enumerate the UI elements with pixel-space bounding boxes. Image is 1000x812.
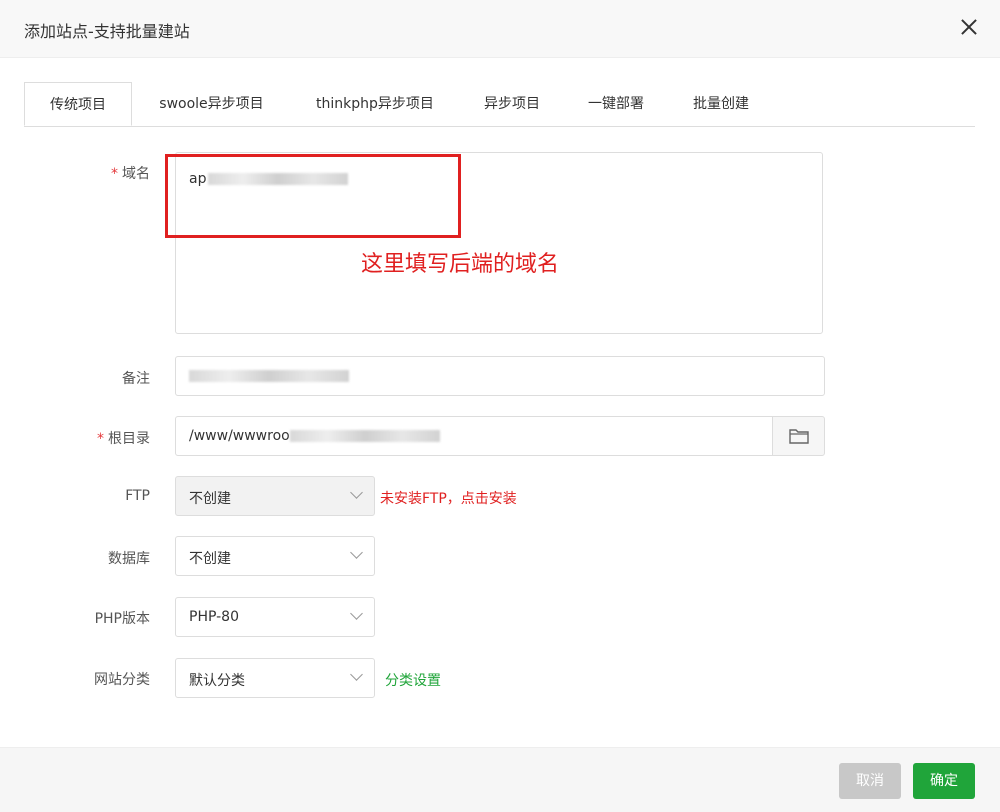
chevron-down-icon: [350, 487, 364, 501]
root-dir-input[interactable]: /www/wwwroo: [175, 416, 773, 456]
database-select[interactable]: 不创建: [175, 536, 375, 576]
cancel-button[interactable]: 取消: [839, 763, 901, 799]
tab-traditional[interactable]: 传统项目: [24, 82, 132, 126]
dialog-title: 添加站点-支持批量建站: [24, 22, 190, 41]
php-version-value: PHP-80: [189, 609, 239, 625]
remark-label: 备注: [122, 371, 150, 387]
category-value: 默认分类: [189, 673, 245, 689]
php-version-select[interactable]: PHP-80: [175, 597, 375, 637]
root-dir-label: * 根目录: [97, 431, 150, 447]
ftp-select[interactable]: 不创建: [175, 476, 375, 516]
remark-input[interactable]: [175, 356, 825, 396]
tab-thinkphp[interactable]: thinkphp异步项目: [300, 82, 450, 126]
annotation-text: 这里填写后端的域名: [361, 252, 560, 277]
chevron-down-icon: [350, 669, 364, 683]
php-version-label: PHP版本: [94, 611, 150, 627]
required-mark: *: [111, 166, 118, 182]
tab-one-click-deploy[interactable]: 一键部署: [576, 82, 656, 126]
folder-picker-button[interactable]: [772, 416, 825, 456]
tab-batch-create[interactable]: 批量创建: [681, 82, 761, 126]
dialog-footer: 取消 确定: [0, 747, 1000, 812]
required-mark: *: [97, 431, 104, 447]
category-select[interactable]: 默认分类: [175, 658, 375, 698]
ftp-value: 不创建: [189, 491, 231, 507]
dialog-header: 添加站点-支持批量建站: [0, 0, 1000, 58]
category-settings-link[interactable]: 分类设置: [385, 670, 441, 690]
confirm-button[interactable]: 确定: [913, 763, 975, 799]
chevron-down-icon: [350, 547, 364, 561]
add-site-dialog: 添加站点-支持批量建站 传统项目 swoole异步项目 thinkphp异步项目…: [0, 0, 1000, 812]
install-ftp-link[interactable]: 未安装FTP，点击安装: [380, 488, 517, 508]
database-value: 不创建: [189, 551, 231, 567]
root-dir-value: /www/wwwroo: [189, 428, 440, 444]
tab-async[interactable]: 异步项目: [472, 82, 552, 126]
category-label: 网站分类: [94, 672, 150, 688]
close-icon[interactable]: [956, 14, 982, 40]
chevron-down-icon: [350, 608, 364, 622]
ftp-label: FTP: [125, 488, 150, 504]
project-type-tabs: 传统项目 swoole异步项目 thinkphp异步项目 异步项目 一键部署 批…: [24, 82, 975, 127]
folder-icon: [789, 429, 809, 444]
database-label: 数据库: [108, 551, 150, 567]
domain-label: * 域名: [111, 166, 150, 182]
highlight-box: [165, 154, 461, 238]
remark-value: [189, 368, 349, 384]
tab-swoole[interactable]: swoole异步项目: [144, 82, 279, 126]
